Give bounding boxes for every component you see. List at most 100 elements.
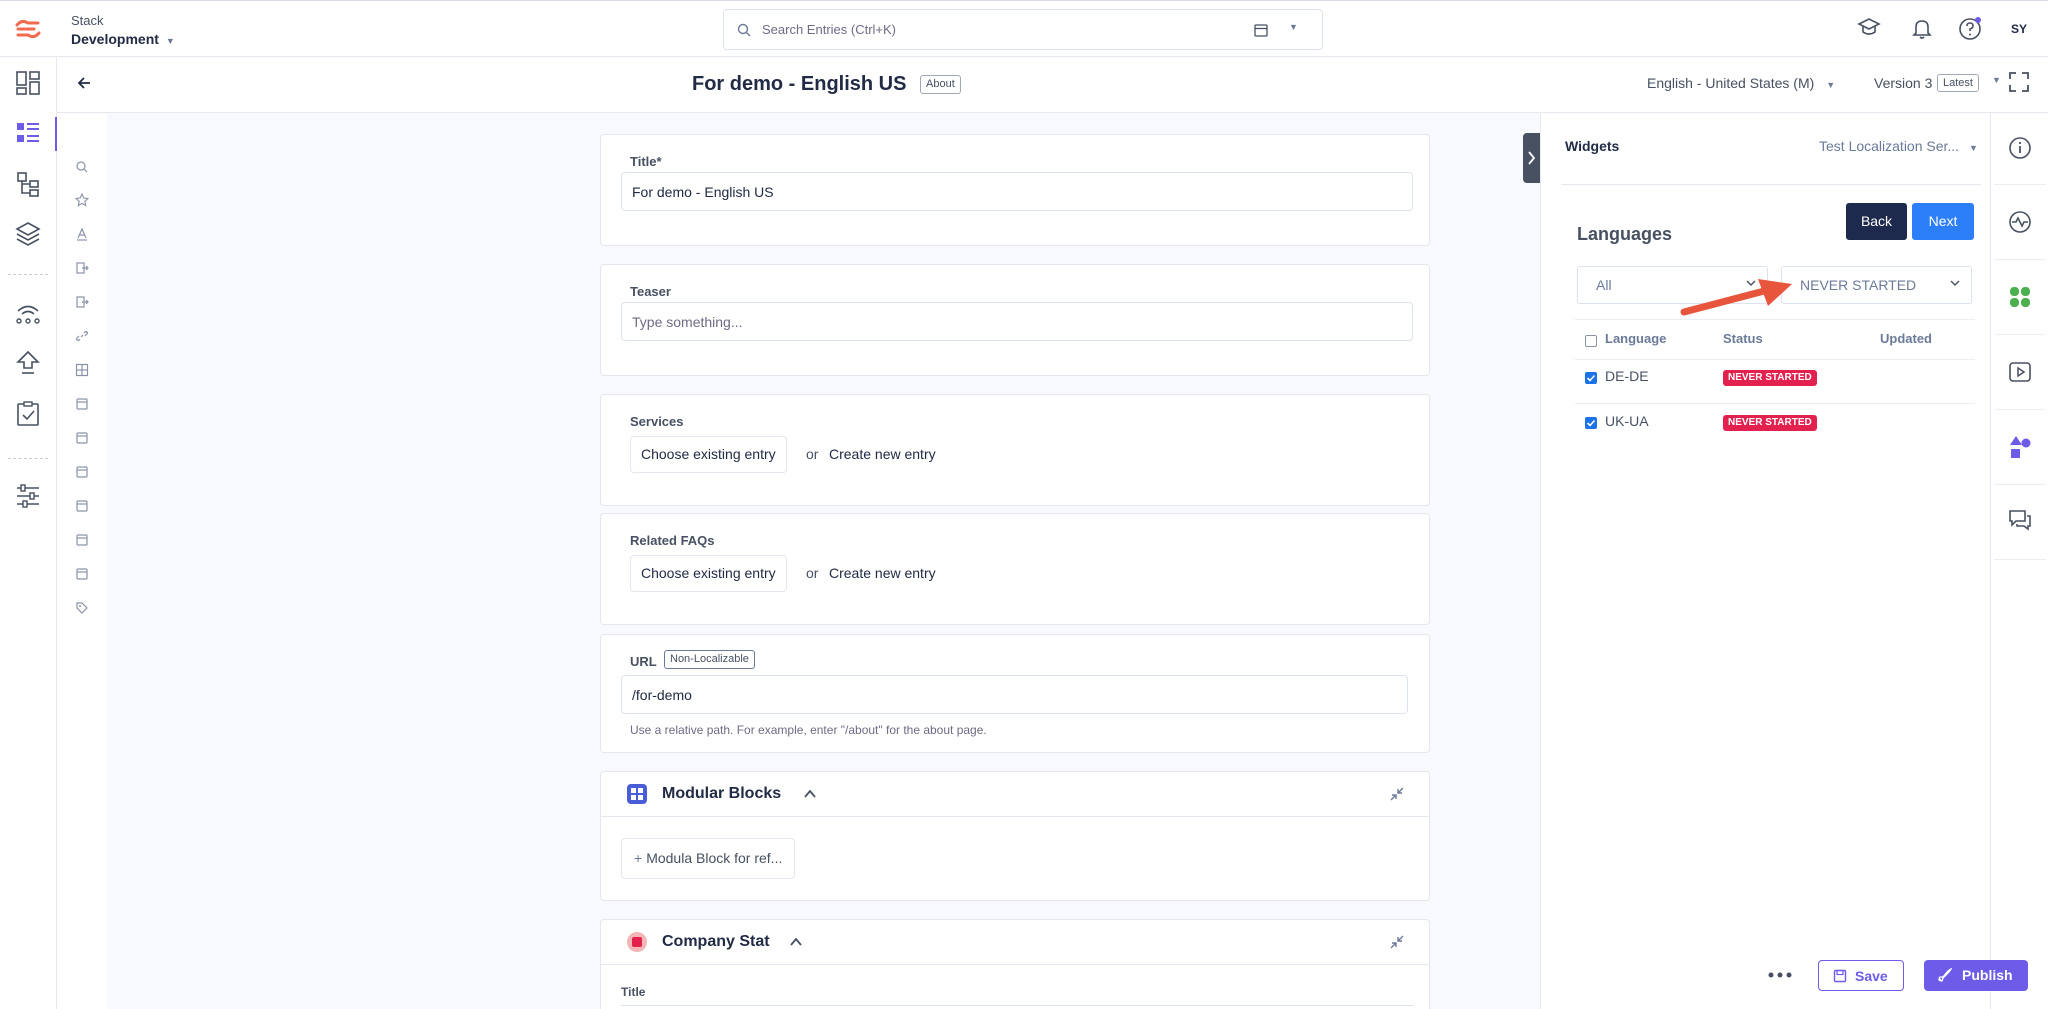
- save-disk-icon: [1833, 969, 1847, 983]
- tasks-clipboard-icon[interactable]: [14, 400, 42, 428]
- status-badge: NEVER STARTED: [1723, 370, 1817, 386]
- company-stat-title: Company Stat: [662, 933, 770, 950]
- stack-label: Stack: [71, 13, 104, 28]
- releases-icon[interactable]: [14, 299, 42, 327]
- title-input[interactable]: For demo - English US: [621, 172, 1413, 211]
- table-divider: [1575, 359, 1975, 360]
- faqs-choose-existing-button[interactable]: Choose existing entry: [630, 555, 787, 592]
- content-models-icon[interactable]: [14, 170, 42, 198]
- block-icon[interactable]: [75, 533, 89, 547]
- notifications-bell-icon[interactable]: [1910, 16, 1934, 40]
- entry-header: For demo - English US About English - Un…: [57, 57, 2048, 113]
- calendar-icon[interactable]: [1254, 23, 1268, 37]
- services-create-new-button[interactable]: Create new entry: [829, 446, 936, 462]
- chevron-down-icon: [1949, 277, 1961, 289]
- modular-blocks-card: Modular Blocks + Modula Block for ref...: [600, 771, 1430, 901]
- preview-play-icon[interactable]: [2007, 359, 2033, 385]
- selected-widget-label: Test Localization Ser...: [1819, 138, 1960, 154]
- settings-sliders-icon[interactable]: [14, 482, 42, 510]
- url-input[interactable]: /for-demo: [621, 675, 1408, 714]
- modular-blocks-icon[interactable]: [75, 363, 89, 377]
- text-field-icon[interactable]: [75, 227, 89, 241]
- collapse-chevron-up-icon[interactable]: [789, 935, 803, 949]
- widget-app-icon[interactable]: [2007, 284, 2033, 310]
- publish-label: Publish: [1962, 967, 2013, 983]
- block-icon[interactable]: [75, 397, 89, 411]
- locale-selector[interactable]: English - United States (M) ▼: [1647, 75, 1835, 91]
- version-selector[interactable]: Version 3: [1874, 75, 1932, 91]
- save-button[interactable]: Save: [1818, 960, 1904, 991]
- search-input[interactable]: Search Entries (Ctrl+K): [762, 22, 896, 37]
- help-icon[interactable]: [1957, 16, 1983, 42]
- block-icon[interactable]: [75, 499, 89, 513]
- info-icon[interactable]: [2007, 135, 2033, 161]
- related-faqs-field-label: Related FAQs: [630, 533, 715, 548]
- field-search-icon[interactable]: [75, 160, 89, 174]
- block-icon[interactable]: [75, 431, 89, 445]
- select-all-checkbox[interactable]: [1585, 335, 1597, 347]
- plus-icon: +: [634, 850, 643, 866]
- next-button[interactable]: Next: [1912, 203, 1974, 240]
- back-arrow-icon[interactable]: [76, 75, 92, 91]
- language-cell: UK-UA: [1605, 413, 1649, 429]
- more-options-icon[interactable]: [1767, 965, 1793, 985]
- academy-icon[interactable]: [1857, 16, 1881, 40]
- row-checkbox-uk-ua[interactable]: [1585, 417, 1597, 429]
- contentstack-logo[interactable]: [14, 17, 42, 41]
- modular-blocks-icon: [627, 784, 647, 804]
- assets-stack-icon[interactable]: [14, 220, 42, 248]
- rail-divider: [1995, 334, 2045, 335]
- language-filter-value: All: [1596, 277, 1612, 293]
- widget-panel-collapse-tab[interactable]: [1523, 133, 1540, 183]
- url-field-card: URL Non-Localizable /for-demo Use a rela…: [600, 634, 1430, 753]
- reference-field-icon[interactable]: [75, 261, 89, 275]
- block-icon[interactable]: [75, 567, 89, 581]
- dashboard-icon[interactable]: [14, 69, 42, 97]
- widget-selector[interactable]: Test Localization Ser... ▼: [1819, 138, 1978, 154]
- entries-icon[interactable]: [14, 119, 42, 147]
- right-icon-rail: [1990, 113, 2048, 1009]
- minimize-arrows-icon[interactable]: [1390, 787, 1404, 801]
- status-filter-select[interactable]: NEVER STARTED: [1781, 266, 1972, 304]
- collapse-chevron-up-icon[interactable]: [803, 787, 817, 801]
- user-avatar[interactable]: SY: [2003, 13, 2035, 45]
- add-block-label: Modula Block for ref...: [646, 850, 783, 866]
- comments-icon[interactable]: [2007, 507, 2033, 533]
- activity-icon[interactable]: [2007, 209, 2033, 235]
- rail-divider: [1995, 484, 2045, 485]
- teaser-input[interactable]: Type something...: [621, 302, 1413, 341]
- services-choose-existing-button[interactable]: Choose existing entry: [630, 436, 787, 473]
- field-navigator: [57, 113, 107, 1009]
- search-bar[interactable]: Search Entries (Ctrl+K) ▼: [723, 9, 1323, 50]
- minimize-arrows-icon[interactable]: [1390, 935, 1404, 949]
- add-modular-block-button[interactable]: + Modula Block for ref...: [621, 838, 796, 879]
- stack-selector[interactable]: Development ▼: [71, 31, 175, 47]
- or-separator: or: [806, 565, 819, 581]
- back-button[interactable]: Back: [1846, 203, 1907, 240]
- annotation-arrow: [1676, 276, 1796, 318]
- rail-divider: [1995, 409, 2045, 410]
- publish-button[interactable]: Publish: [1924, 960, 2028, 991]
- fullscreen-icon[interactable]: [2008, 71, 2030, 93]
- column-header-language: Language: [1605, 331, 1667, 346]
- faqs-create-new-button[interactable]: Create new entry: [829, 565, 936, 581]
- entry-editor: Title* For demo - English US Teaser Type…: [57, 113, 1540, 1009]
- shapes-icon[interactable]: [2007, 434, 2033, 460]
- block-icon[interactable]: [75, 465, 89, 479]
- search-filter-chevron-icon[interactable]: ▼: [1289, 22, 1298, 32]
- chevron-down-icon: ▼: [1826, 80, 1836, 90]
- version-chevron-down-icon[interactable]: ▼: [1992, 75, 2001, 85]
- rail-divider: [8, 274, 48, 275]
- teaser-field-label: Teaser: [630, 284, 671, 299]
- divider: [1561, 184, 1981, 185]
- rail-divider: [8, 458, 48, 459]
- search-icon: [737, 23, 751, 37]
- company-stat-card: Company Stat Title: [600, 919, 1430, 1009]
- tags-icon[interactable]: [75, 601, 89, 615]
- star-icon[interactable]: [75, 193, 89, 207]
- row-checkbox-de-de[interactable]: [1585, 372, 1597, 384]
- url-help-text: Use a relative path. For example, enter …: [630, 723, 987, 737]
- link-icon[interactable]: [75, 329, 89, 343]
- deploy-upload-icon[interactable]: [14, 349, 42, 377]
- reference-field-icon[interactable]: [75, 295, 89, 309]
